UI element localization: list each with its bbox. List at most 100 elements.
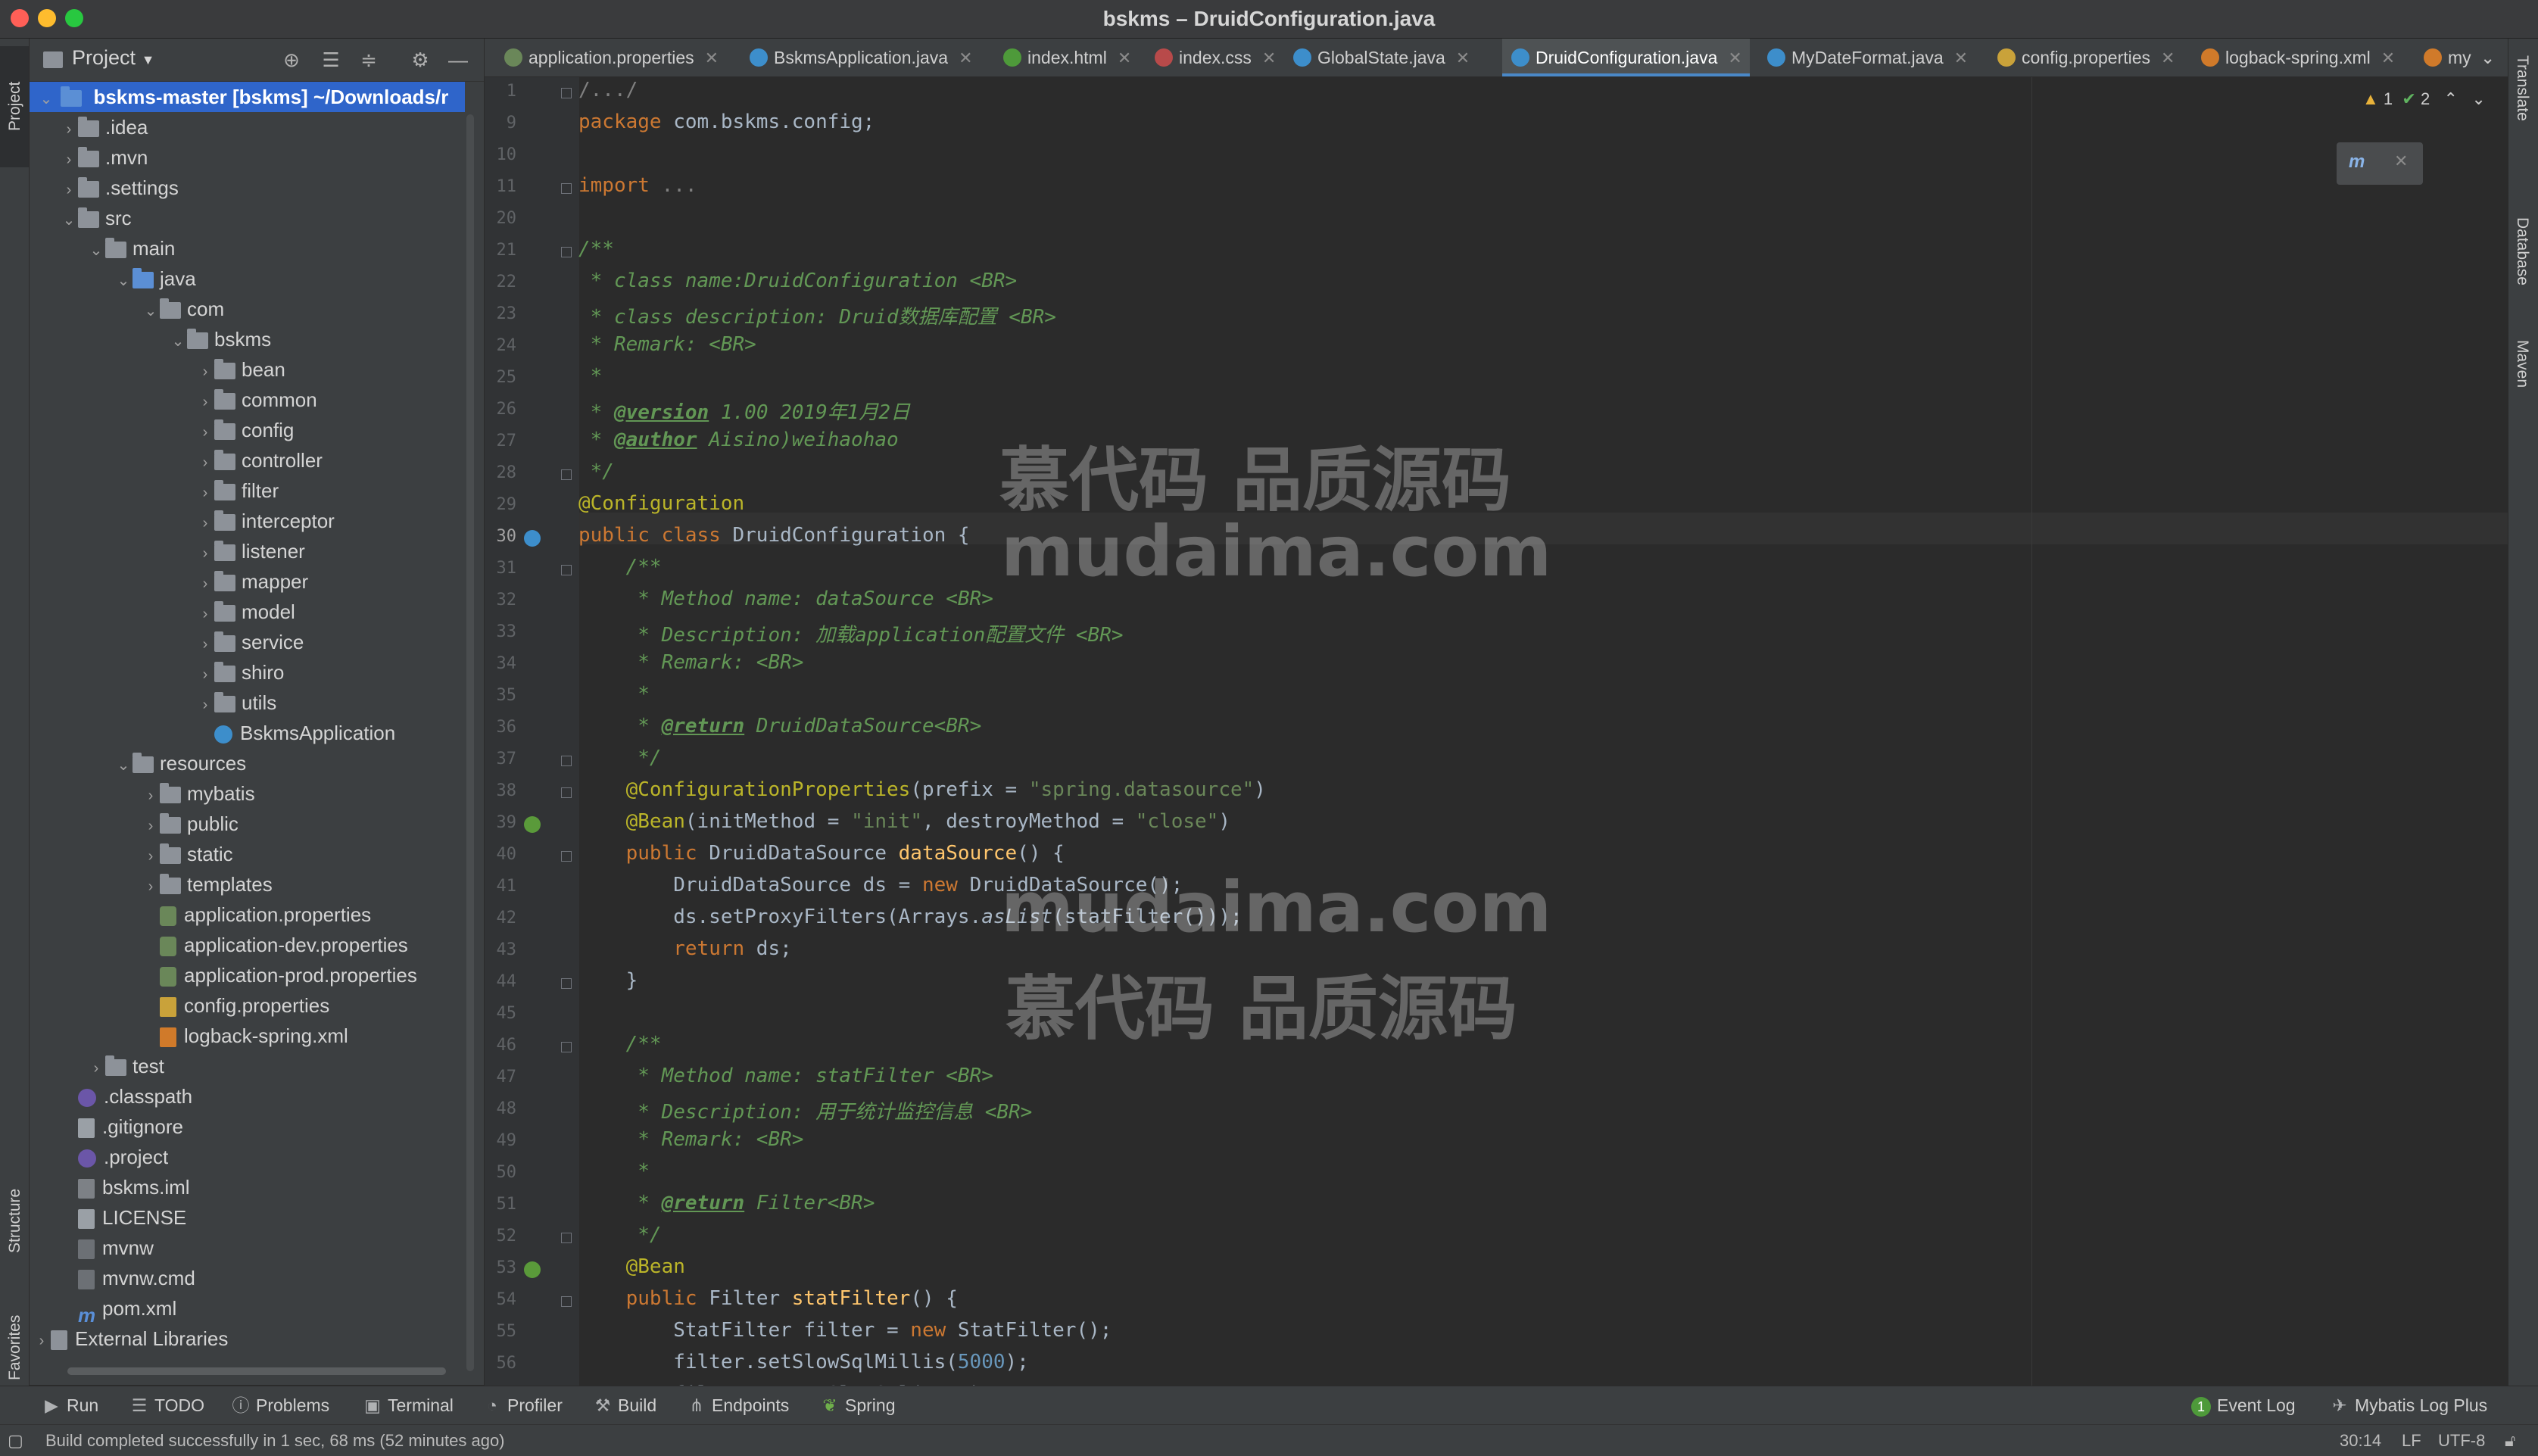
favorites-tool-tab[interactable]: Favorites [0, 1265, 29, 1401]
code-line[interactable]: */ [578, 460, 614, 483]
close-tab-icon[interactable]: ✕ [1262, 48, 1276, 67]
code-line[interactable]: public DruidDataSource dataSource() { [578, 842, 1065, 865]
locate-file-icon[interactable]: ⊕ [279, 48, 304, 72]
code-line[interactable]: * Description: 加载application配置文件 <BR> [578, 619, 1123, 647]
code-line[interactable]: public Filter statFilter() { [578, 1287, 958, 1310]
code-line[interactable]: import ... [578, 174, 697, 197]
close-tab-icon[interactable]: ✕ [705, 48, 719, 67]
tree-item[interactable]: m pom.xml [60, 1293, 176, 1327]
tree-item[interactable]: › .idea [60, 112, 148, 142]
tree-item[interactable]: ⌄ src [60, 203, 132, 233]
tree-item[interactable]: ⌄ resources [114, 748, 247, 781]
chevron-right-icon[interactable]: › [196, 569, 214, 599]
tree-item[interactable]: › .settings [60, 173, 179, 203]
code-editor[interactable]: 1 9 10 11 20 21 22 23 24 25 26 27 28 29 30 31 32 33 34 35 36… [485, 77, 2508, 1386]
collapse-all-icon[interactable]: ≑ [357, 48, 381, 72]
endpoints-tool-button[interactable]: ⋔ Endpoints [688, 1386, 789, 1424]
fold-marker-icon[interactable] [561, 756, 572, 766]
tree-item[interactable]: › listener [196, 536, 305, 566]
terminal-tool-button[interactable]: ▣ Terminal [363, 1386, 454, 1424]
tree-item[interactable]: › mapper [196, 566, 309, 599]
chevron-right-icon[interactable]: › [196, 417, 214, 447]
chevron-down-icon[interactable]: ⌄ [87, 235, 105, 266]
run-tool-button[interactable]: ▶ Run [42, 1386, 98, 1424]
close-tab-icon[interactable]: ✕ [1456, 48, 1470, 67]
chevron-down-icon[interactable]: ⌄ [37, 84, 55, 114]
profiler-tool-button[interactable]: ◔ Profiler [483, 1386, 563, 1424]
chevron-right-icon[interactable]: › [196, 387, 214, 417]
chevron-right-icon[interactable]: › [196, 599, 214, 629]
tree-item[interactable]: bskms.iml [60, 1172, 190, 1202]
chevron-right-icon[interactable]: › [60, 145, 78, 175]
spring-tool-button[interactable]: ❦ Spring [821, 1386, 895, 1424]
editor-tab[interactable]: logback-spring.xml ✕ [2192, 39, 2402, 76]
lock-icon[interactable]: 🔓︎ [2505, 1425, 2515, 1456]
tree-item[interactable]: › test [87, 1051, 164, 1081]
chevron-down-icon[interactable]: ⌄ [114, 750, 133, 781]
fold-marker-icon[interactable] [561, 851, 572, 862]
inspection-widget[interactable]: ▲ 1 ✔ 2 ⌃ ⌄ [2362, 89, 2486, 109]
close-icon[interactable]: ✕ [2394, 151, 2408, 171]
tree-item[interactable]: › service [196, 627, 304, 657]
fold-marker-icon[interactable] [561, 247, 572, 257]
chevron-down-icon[interactable]: ⌄ [142, 296, 160, 326]
code-line[interactable]: * class description: Druid数据库配置 <BR> [578, 301, 1056, 329]
tree-item[interactable]: BskmsApplication [196, 718, 395, 748]
code-line[interactable]: * @return DruidDataSource<BR> [578, 715, 981, 737]
tree-item[interactable]: mvnw [60, 1233, 154, 1263]
editor-tab[interactable]: application.properties ✕ [495, 39, 726, 76]
code-line[interactable]: /** [578, 1033, 662, 1055]
code-line[interactable]: } [578, 969, 638, 992]
fold-marker-icon[interactable] [561, 1296, 572, 1307]
spring-bean-gutter-icon[interactable] [524, 816, 541, 833]
tree-item[interactable]: › controller [196, 445, 323, 475]
editor-tab[interactable]: GlobalState.java ✕ [1284, 39, 1477, 76]
tree-item[interactable]: config.properties [142, 990, 329, 1021]
fold-marker-icon[interactable] [561, 787, 572, 798]
chevron-right-icon[interactable]: › [196, 538, 214, 569]
todo-tool-button[interactable]: ☰ TODO [130, 1386, 204, 1424]
chevron-right-icon[interactable]: › [196, 629, 214, 659]
chevron-down-icon[interactable]: ⌄ [114, 266, 133, 296]
code-line[interactable]: @ConfigurationProperties(prefix = "sprin… [578, 778, 1266, 801]
gear-icon[interactable]: ⚙ [408, 48, 432, 72]
code-line[interactable]: * Method name: statFilter <BR> [578, 1065, 993, 1087]
editor-tab[interactable]: index.css ✕ [1146, 39, 1283, 76]
tree-item[interactable]: › shiro [196, 657, 285, 687]
close-tab-icon[interactable]: ✕ [959, 48, 972, 67]
tree-item[interactable]: application.properties [142, 899, 371, 930]
chevron-right-icon[interactable]: › [33, 1326, 51, 1356]
editor-tab[interactable]: MyDateFormat.java ✕ [1758, 39, 1975, 76]
chevron-right-icon[interactable]: › [196, 508, 214, 538]
fold-marker-icon[interactable] [561, 565, 572, 575]
chevron-right-icon[interactable]: › [60, 175, 78, 205]
code-line[interactable]: * Remark: <BR> [578, 1128, 803, 1151]
tree-item[interactable]: › filter [196, 475, 279, 506]
chevron-right-icon[interactable]: › [142, 781, 160, 811]
close-tab-icon[interactable]: ✕ [1954, 48, 1968, 67]
tree-item[interactable]: › config [196, 415, 295, 447]
hide-panel-icon[interactable]: — [446, 48, 470, 72]
editor-tab[interactable]: my [2415, 39, 2479, 76]
tabs-overflow-icon[interactable]: ⌄ [2480, 39, 2495, 76]
tree-item[interactable]: application-prod.properties [142, 960, 417, 990]
tree-item[interactable]: ⌄ com [142, 294, 225, 326]
tree-item[interactable]: logback-spring.xml [142, 1021, 348, 1051]
fold-marker-icon[interactable] [561, 469, 572, 480]
code-line[interactable]: /.../ [578, 79, 638, 101]
code-line[interactable]: /** [578, 556, 662, 578]
editor-tab[interactable]: DruidConfiguration.java ✕ [1502, 39, 1750, 76]
tree-item[interactable]: › interceptor [196, 506, 335, 536]
code-line[interactable]: public class DruidConfiguration { [578, 524, 970, 547]
previous-highlight-icon[interactable]: ⌃ [2444, 89, 2458, 108]
chevron-right-icon[interactable]: › [142, 871, 160, 902]
chevron-right-icon[interactable]: › [142, 811, 160, 841]
code-line[interactable]: * @version 1.00 2019年1月2日 [578, 397, 910, 425]
spring-bean-gutter-icon[interactable] [524, 1261, 541, 1278]
chevron-down-icon[interactable]: ⌄ [169, 326, 187, 357]
code-line[interactable]: * Method name: dataSource <BR> [578, 588, 993, 610]
code-line[interactable]: * Remark: <BR> [578, 333, 756, 356]
editor-tab[interactable]: config.properties ✕ [1988, 39, 2182, 76]
fold-marker-icon[interactable] [561, 1233, 572, 1243]
project-tool-tab[interactable]: Project [0, 46, 29, 167]
